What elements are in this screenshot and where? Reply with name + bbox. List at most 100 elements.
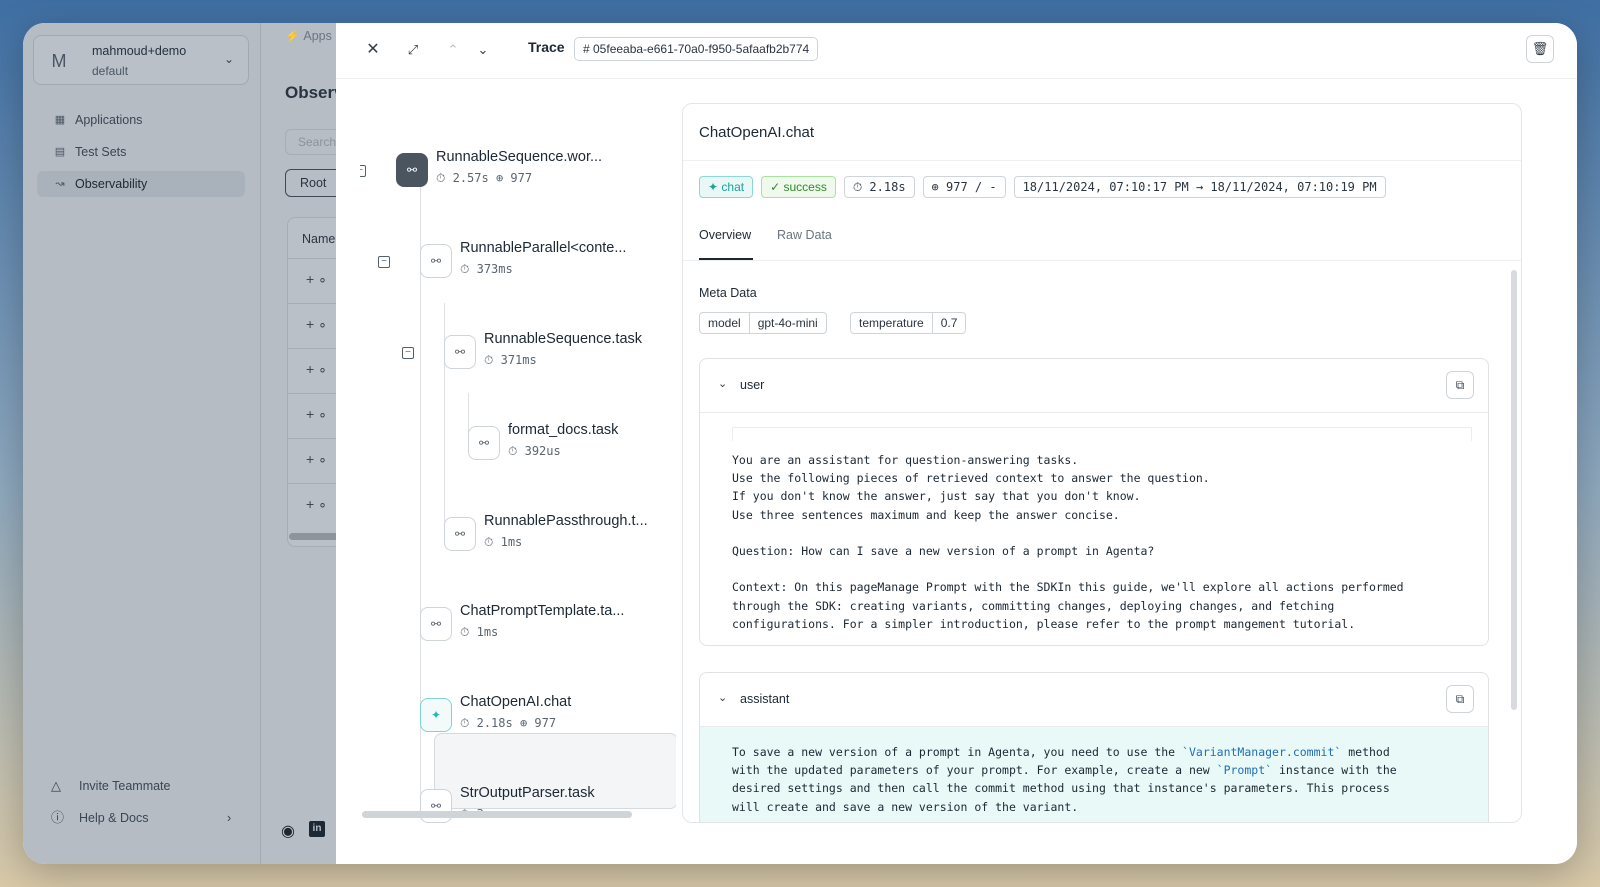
chart-icon: ↝ (55, 178, 65, 190)
help-docs-link[interactable]: ⓘ Help & Docs › (51, 808, 231, 828)
table-row[interactable]: + ∘ (288, 303, 337, 348)
app-window: M mahmoud+demo default ⌄ ▦ Applications … (23, 23, 1577, 864)
sidebar: M mahmoud+demo default ⌄ ▦ Applications … (23, 23, 261, 864)
type-badge: ✦ chat (699, 176, 754, 198)
message-role: assistant (740, 692, 790, 706)
workspace-name: default (92, 64, 129, 78)
chevron-down-icon: ⌄ (223, 52, 234, 66)
user-message: ⌄ user ⧉ You are an assistant for questi… (699, 358, 1489, 646)
list-icon: ▤ (54, 146, 66, 158)
span-tree: − ⚯ RunnableSequence.wor... ⏱ 2.57s ⊕ 97… (360, 103, 676, 823)
tab-raw-data[interactable]: Raw Data (777, 228, 832, 242)
collapse-icon[interactable]: − (360, 165, 366, 177)
tokens-badge: ⊕ 977 / - (922, 176, 1006, 198)
background-main: ⚡ Apps Observ Search Root Name + ∘ + ∘ +… (261, 23, 337, 864)
meta-tag-model: model gpt-4o-mini (699, 312, 827, 334)
node-meta: ⏱ 392us (508, 444, 561, 458)
node-meta: ⏱ 1ms (484, 535, 523, 549)
collapse-icon[interactable]: − (402, 347, 414, 359)
sidebar-item-observability[interactable]: ↝ Observability (37, 171, 245, 197)
table-row[interactable]: + ∘ (288, 483, 337, 528)
tree-icon: ⚯ (396, 153, 428, 187)
span-badges: ✦ chat ✓ success ⏱ 2.18s ⊕ 977 / - 18/11… (699, 176, 1386, 198)
sidebar-item-test-sets[interactable]: ▤ Test Sets (37, 139, 245, 165)
meta-data-label: Meta Data (699, 286, 757, 300)
sparkle-icon: ✦ (420, 698, 452, 732)
span-title: ChatOpenAI.chat (699, 124, 815, 141)
copy-icon[interactable]: ⧉ (1446, 685, 1474, 713)
node-name: StrOutputParser.task (460, 785, 595, 801)
table-row[interactable]: + ∘ (288, 438, 337, 483)
account-switcher[interactable]: M mahmoud+demo default ⌄ (33, 35, 249, 85)
breadcrumb[interactable]: ⚡ Apps (285, 29, 332, 44)
node-meta: ⏱ 373ms (460, 262, 513, 276)
account-name: mahmoud+demo (92, 44, 187, 58)
chevron-down-icon[interactable]: ⌄ (470, 37, 496, 63)
message-header[interactable]: ⌄ user ⧉ (700, 359, 1488, 413)
tree-horizontal-scrollbar[interactable] (362, 811, 632, 818)
invite-label: Invite Teammate (79, 779, 171, 793)
chevron-up-icon[interactable]: ⌃ (440, 37, 466, 63)
chevron-right-icon: › (227, 811, 232, 825)
node-meta: ⏱ 1ms (460, 625, 499, 639)
copy-icon[interactable]: ⧉ (1446, 371, 1474, 399)
node-meta: ⏱ 371ms (484, 353, 537, 367)
node-name: ChatPromptTemplate.ta... (460, 603, 625, 619)
avatar: M (51, 51, 67, 71)
sidebar-item-applications[interactable]: ▦ Applications (37, 107, 245, 133)
help-icon: ⓘ (51, 810, 65, 825)
sidebar-item-label: Applications (75, 113, 143, 127)
page-title: Observ (285, 83, 337, 102)
message-content: You are an assistant for question-answer… (700, 413, 1488, 645)
root-button[interactable]: Root (285, 169, 337, 197)
duration-badge: ⏱ 2.18s (843, 176, 915, 198)
table-row[interactable]: + ∘ (288, 348, 337, 393)
node-name: RunnableParallel<conte... (460, 240, 627, 256)
node-name: ChatOpenAI.chat (460, 694, 572, 710)
grid-icon: ▦ (54, 114, 66, 126)
tree-icon: ⚯ (444, 517, 476, 551)
node-name: RunnableSequence.wor... (436, 149, 603, 165)
trace-id[interactable]: # 05feeaba-e661-70a0-f950-5afaafb2b774 (574, 37, 819, 61)
trace-label: Trace (528, 39, 565, 55)
message-header[interactable]: ⌄ assistant ⧉ (700, 673, 1488, 727)
timerange-badge: 18/11/2024, 07:10:17 PM → 18/11/2024, 07… (1013, 176, 1386, 198)
sidebar-item-label: Test Sets (75, 145, 127, 159)
node-meta: ⏱ 2.18s ⊕ 977 (460, 716, 557, 730)
meta-tag-temperature: temperature 0.7 (850, 312, 967, 334)
help-label: Help & Docs (79, 811, 149, 825)
expand-icon[interactable]: ⤢ (400, 37, 426, 63)
chevron-down-icon[interactable]: ⌄ (718, 377, 727, 390)
search-input[interactable]: Search (285, 129, 337, 155)
node-name: RunnableSequence.task (484, 331, 643, 347)
assistant-message: ⌄ assistant ⧉ To save a new version of a… (699, 672, 1489, 822)
sidebar-item-label: Observability (75, 177, 148, 191)
table-row[interactable]: + ∘ (288, 258, 337, 303)
span-detail-panel: ChatOpenAI.chat ✦ chat ✓ success ⏱ 2.18s… (682, 103, 1522, 823)
tree-icon: ⚯ (468, 426, 500, 460)
tree-icon: ⚯ (420, 244, 452, 278)
table-row[interactable]: + ∘ (288, 393, 337, 438)
status-badge: ✓ success (761, 176, 836, 198)
chevron-down-icon[interactable]: ⌄ (718, 691, 727, 704)
node-name: RunnablePassthrough.t... (484, 513, 648, 529)
github-icon[interactable]: ◉ (281, 821, 295, 841)
tab-overview[interactable]: Overview (699, 228, 751, 242)
warning-icon: △ (51, 778, 61, 793)
node-name: format_docs.task (508, 422, 619, 438)
invite-teammate-link[interactable]: △ Invite Teammate (51, 776, 170, 796)
drawer-topbar: ✕ ⤢ ⌃ ⌄ Trace # 05feeaba-e661-70a0-f950-… (336, 23, 1577, 79)
message-role: user (740, 378, 765, 392)
tree-icon: ⚯ (444, 335, 476, 369)
traces-table: Name + ∘ + ∘ + ∘ + ∘ + ∘ + ∘ (287, 217, 337, 547)
trash-icon[interactable]: 🗑 (1526, 35, 1554, 63)
message-content: To save a new version of a prompt in Age… (700, 727, 1488, 822)
table-header: Name (302, 232, 336, 246)
collapse-icon[interactable]: − (378, 256, 390, 268)
tree-icon: ⚯ (420, 607, 452, 641)
table-scrollbar[interactable] (289, 533, 337, 540)
detail-scrollbar[interactable] (1511, 270, 1517, 710)
close-icon[interactable]: ✕ (360, 37, 386, 63)
node-meta: ⏱ 2.57s ⊕ 977 (436, 171, 533, 185)
linkedin-icon[interactable]: in (309, 821, 325, 837)
